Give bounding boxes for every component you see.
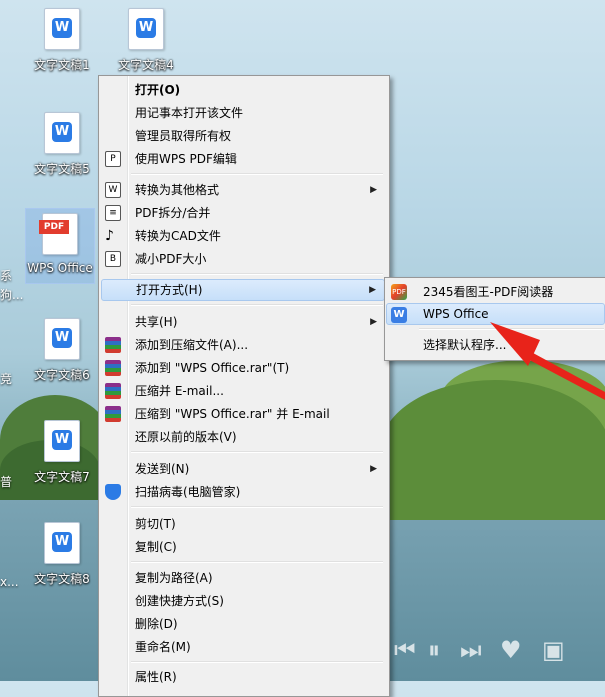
annotation-arrow-icon xyxy=(490,322,605,400)
